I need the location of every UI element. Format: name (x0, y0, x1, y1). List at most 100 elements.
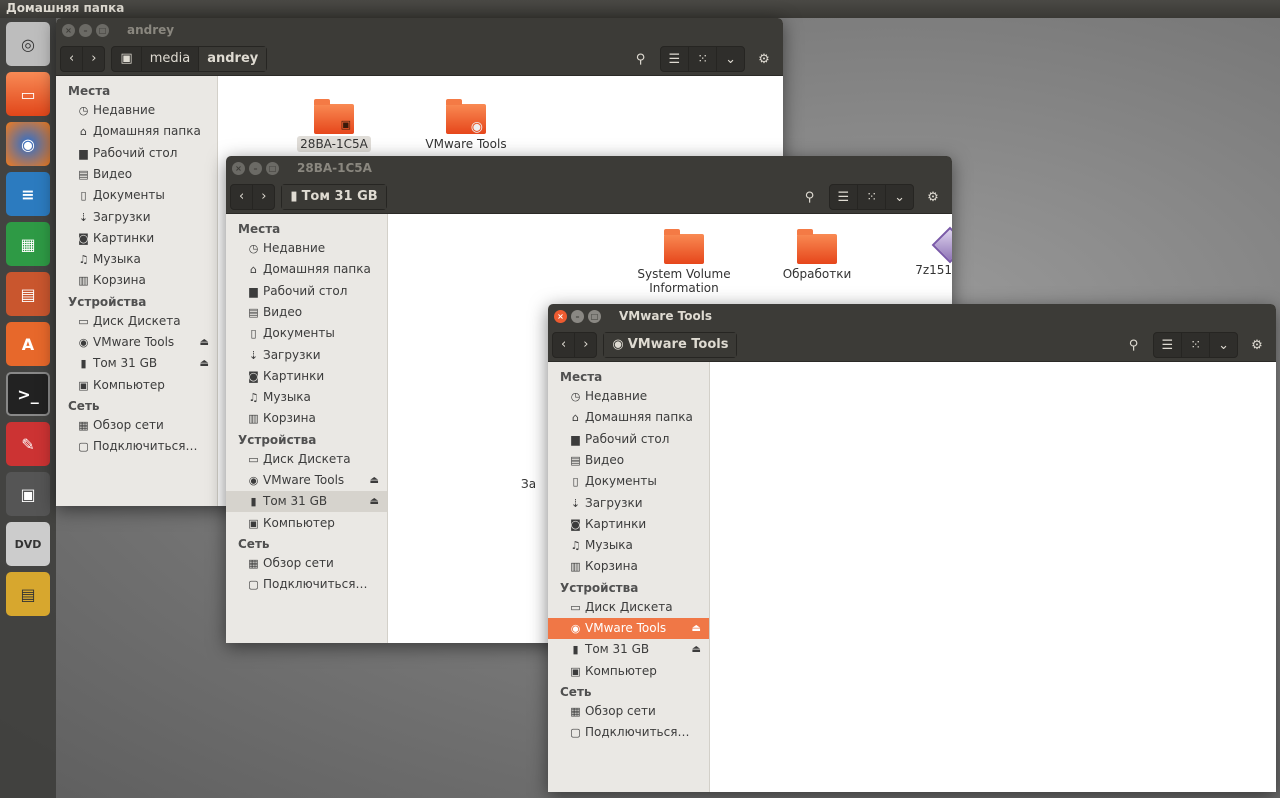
list-view-button[interactable]: ☰ (661, 47, 690, 71)
forward-button[interactable]: › (575, 333, 596, 357)
sidebar-item[interactable]: ▭ Диск Дискета (226, 449, 387, 470)
sidebar-item[interactable]: ▦ Обзор сети (226, 553, 387, 574)
software-center-icon[interactable]: A (6, 322, 50, 366)
view-options-button[interactable]: ⌄ (886, 185, 913, 209)
maximize-icon[interactable]: □ (96, 23, 109, 37)
breadcrumb-item[interactable]: ▮ Том 31 GB (282, 184, 386, 209)
dvd-icon[interactable]: DVD (6, 522, 50, 566)
sidebar-item[interactable]: ◉ VMware Tools ⏏ (56, 332, 217, 353)
sidebar-item[interactable]: ⇣ Загрузки (56, 207, 217, 228)
sidebar-item[interactable]: ◉ VMware Tools ⏏ (548, 618, 709, 639)
usb-drive-icon[interactable]: ▤ (6, 572, 50, 616)
settings-gear-button[interactable]: ⚙ (920, 184, 946, 210)
sidebar-item[interactable]: ⌂ Домашняя папка (226, 259, 387, 280)
grid-view-button[interactable]: ⁙ (1182, 333, 1211, 357)
minimize-icon[interactable]: – (79, 23, 92, 37)
sidebar-item[interactable]: ♫ Музыка (226, 387, 387, 408)
sidebar-item[interactable]: ▮ Том 31 GB ⏏ (226, 491, 387, 513)
file-item[interactable]: Обработки (757, 226, 877, 282)
sidebar-item[interactable]: ▮ Том 31 GB ⏏ (548, 639, 709, 660)
file-item[interactable]: vmware-tools-upgrader-64 (1270, 468, 1276, 538)
close-icon[interactable]: × (232, 161, 245, 175)
sidebar-item[interactable]: ▮ Том 31 GB ⏏ (56, 353, 217, 374)
sidebar-item[interactable]: ▣ Компьютер (548, 661, 709, 682)
files-app-icon[interactable]: ▭ (6, 72, 50, 116)
titlebar[interactable]: × – □ andrey (56, 18, 783, 42)
view-options-button[interactable]: ⌄ (717, 47, 744, 71)
sidebar-item[interactable]: ▦ Обзор сети (548, 701, 709, 722)
grid-view-button[interactable]: ⁙ (858, 185, 887, 209)
sidebar-item[interactable]: ◙ Картинки (56, 228, 217, 249)
impress-icon[interactable]: ▤ (6, 272, 50, 316)
calc-icon[interactable]: ▦ (6, 222, 50, 266)
drive-root-icon[interactable]: ▣ (112, 46, 142, 71)
sidebar-item[interactable]: ▭ Диск Дискета (56, 311, 217, 332)
sidebar-item[interactable]: ▢ Подключиться… (226, 574, 387, 595)
titlebar[interactable]: × – □ VMware Tools (548, 304, 1276, 328)
sidebar-item[interactable]: ◷ Недавние (226, 238, 387, 259)
settings-gear-button[interactable]: ⚙ (751, 46, 777, 72)
sidebar-item[interactable]: ▤ Видео (56, 164, 217, 185)
sidebar-item[interactable]: ▆ Рабочий стол (226, 281, 387, 302)
sidebar-item[interactable]: ▥ Корзина (548, 556, 709, 577)
sidebar-item[interactable]: ▥ Корзина (226, 408, 387, 429)
back-button[interactable]: ‹ (553, 332, 576, 357)
sidebar-item[interactable]: ▤ Видео (226, 302, 387, 323)
minimize-icon[interactable]: – (571, 309, 584, 323)
terminal-icon[interactable]: >_ (6, 372, 50, 416)
sidebar-item[interactable]: ◙ Картинки (548, 514, 709, 535)
sidebar-item[interactable]: ♫ Музыка (56, 249, 217, 270)
view-options-button[interactable]: ⌄ (1210, 333, 1237, 357)
sidebar-item[interactable]: ⌂ Домашняя папка (56, 121, 217, 142)
list-view-button[interactable]: ☰ (1154, 333, 1183, 357)
sidebar-item[interactable]: ◷ Недавние (56, 100, 217, 121)
sidebar-item[interactable]: ▤ Видео (548, 450, 709, 471)
settings-gear-button[interactable]: ⚙ (1244, 332, 1270, 358)
eject-icon[interactable]: ⏏ (370, 470, 379, 491)
maximize-icon[interactable]: □ (588, 309, 601, 323)
sidebar-item[interactable]: ⇣ Загрузки (548, 493, 709, 514)
sidebar-item[interactable]: ♫ Музыка (548, 535, 709, 556)
minimize-icon[interactable]: – (249, 161, 262, 175)
forward-button[interactable]: › (83, 47, 104, 71)
ubuntu-dash-icon[interactable]: ◎ (6, 22, 50, 66)
search-button[interactable]: ⚲ (797, 184, 823, 210)
file-item[interactable]: ▣ 28BA-1C5A (274, 96, 394, 152)
close-icon[interactable]: × (62, 23, 75, 37)
file-item[interactable]: .enco monol svga3 svga4manifest.txt (1270, 372, 1276, 428)
search-button[interactable]: ⚲ (628, 46, 654, 72)
sidebar-item[interactable]: ▢ Подключиться… (56, 436, 217, 457)
eject-icon[interactable]: ⏏ (200, 353, 209, 374)
breadcrumb-item[interactable]: andrey (199, 46, 267, 71)
list-view-button[interactable]: ☰ (830, 185, 859, 209)
sidebar-item[interactable]: ▦ Обзор сети (56, 415, 217, 436)
sidebar-item[interactable]: ◙ Картинки (226, 366, 387, 387)
sidebar-item[interactable]: ▆ Рабочий стол (548, 429, 709, 450)
sidebar-item[interactable]: ▣ Компьютер (226, 513, 387, 534)
back-button[interactable]: ‹ (61, 46, 84, 71)
maximize-icon[interactable]: □ (266, 161, 279, 175)
forward-button[interactable]: › (253, 185, 274, 209)
file-item[interactable]: System Volume Information (624, 226, 744, 296)
eject-icon[interactable]: ⏏ (692, 618, 701, 639)
file-item[interactable]: ◉ VMware Tools (406, 96, 526, 152)
eject-icon[interactable]: ⏏ (200, 332, 209, 353)
breadcrumb-item[interactable]: media (142, 46, 200, 71)
sidebar-item[interactable]: ▢ Подключиться… (548, 722, 709, 743)
sidebar-item[interactable]: ▆ Рабочий стол (56, 143, 217, 164)
settings-icon[interactable]: ✎ (6, 422, 50, 466)
sidebar-item[interactable]: ◉ VMware Tools ⏏ (226, 470, 387, 491)
sidebar-item[interactable]: ⇣ Загрузки (226, 345, 387, 366)
back-button[interactable]: ‹ (231, 184, 254, 209)
sidebar-item[interactable]: ▣ Компьютер (56, 375, 217, 396)
eject-icon[interactable]: ⏏ (370, 491, 379, 512)
sidebar-item[interactable]: ▥ Корзина (56, 270, 217, 291)
grid-view-button[interactable]: ⁙ (689, 47, 718, 71)
sidebar-item[interactable]: ▭ Диск Дискета (548, 597, 709, 618)
floppy-icon[interactable]: ▣ (6, 472, 50, 516)
file-item[interactable]: За (518, 476, 538, 492)
eject-icon[interactable]: ⏏ (692, 639, 701, 660)
file-item[interactable]: 7z1514.exe (890, 226, 952, 278)
firefox-icon[interactable]: ◉ (6, 122, 50, 166)
sidebar-item[interactable]: ◷ Недавние (548, 386, 709, 407)
